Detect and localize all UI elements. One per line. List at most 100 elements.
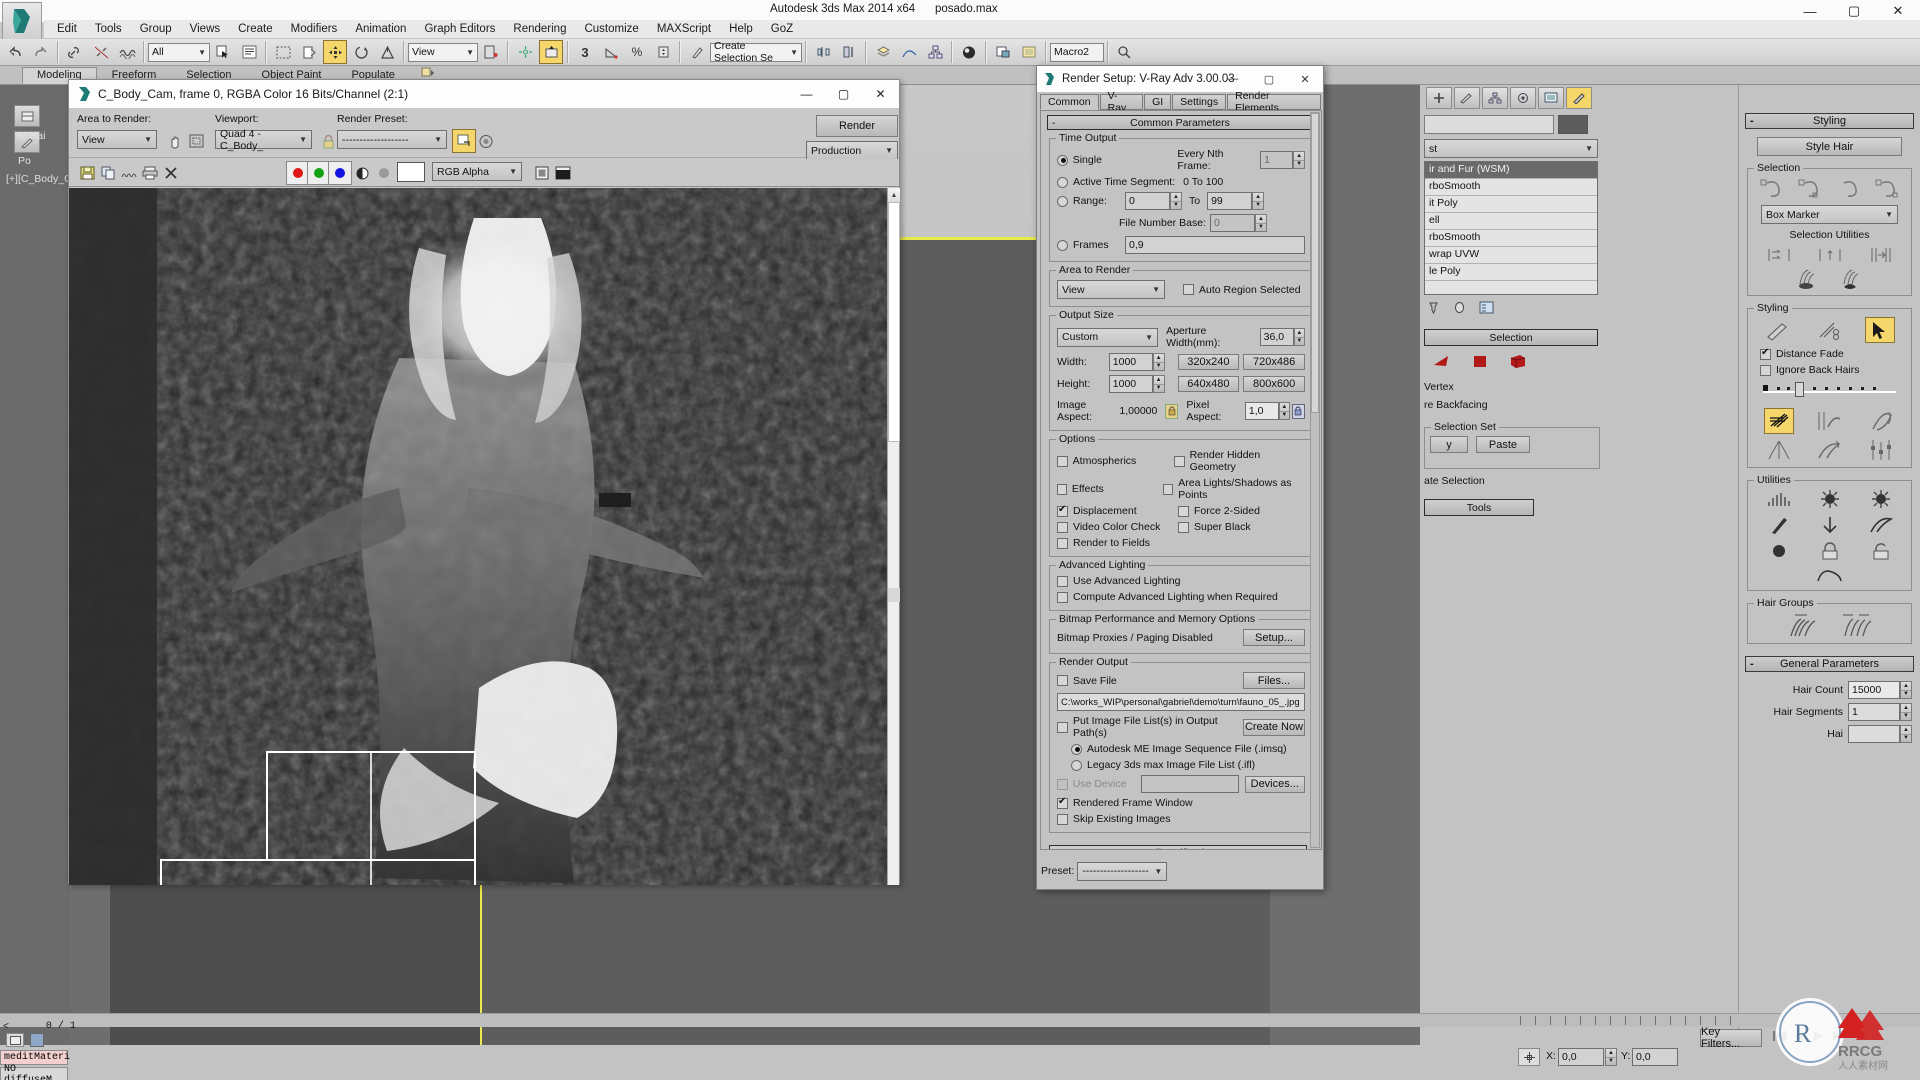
checkbox-effects[interactable] bbox=[1057, 483, 1067, 495]
macro-recorder-field[interactable]: Macro2 bbox=[1050, 42, 1104, 62]
hair-stand-icon[interactable] bbox=[1816, 409, 1844, 433]
blue-channel-icon[interactable] bbox=[328, 161, 352, 185]
range-from-spinner[interactable]: ▲ ▼ bbox=[1170, 192, 1182, 210]
preset-dropdown[interactable]: ------------------- ▼ bbox=[1077, 861, 1168, 881]
devices-button[interactable]: Devices... bbox=[1244, 775, 1305, 793]
hair-brush-icon[interactable] bbox=[1764, 319, 1792, 341]
select-and-manipulate-icon[interactable] bbox=[539, 40, 563, 64]
background-color-swatch[interactable] bbox=[397, 162, 425, 182]
checkbox-put-image-file-list[interactable] bbox=[1057, 721, 1068, 733]
rfw-close-icon[interactable]: ✕ bbox=[862, 80, 899, 108]
rfw-viewport-dropdown[interactable]: Quad 4 - C_Body_ ▼ bbox=[215, 128, 312, 152]
checkbox-ignore-back-hairs[interactable] bbox=[1760, 364, 1771, 376]
every-nth-frame-input[interactable]: 1 bbox=[1260, 151, 1294, 169]
select-and-move-icon[interactable] bbox=[323, 40, 347, 64]
align-icon[interactable] bbox=[837, 40, 861, 64]
modifier-edit-poly[interactable]: it Poly bbox=[1425, 196, 1597, 213]
alpha-channel-icon[interactable] bbox=[350, 161, 374, 185]
rendered-image-canvas[interactable] bbox=[69, 188, 889, 885]
hair-reset-icon[interactable] bbox=[1817, 515, 1843, 535]
hair-reset-rest-icon[interactable] bbox=[1817, 489, 1843, 509]
radio-active-time-segment[interactable] bbox=[1057, 176, 1068, 188]
motion-tab-icon[interactable] bbox=[1510, 87, 1536, 109]
select-object-icon[interactable] bbox=[211, 40, 235, 64]
rotate-selection-icon[interactable] bbox=[1817, 246, 1843, 264]
channel-dropdown[interactable]: RGB Alpha ▼ bbox=[432, 162, 522, 181]
menu-animation[interactable]: Animation bbox=[346, 22, 415, 36]
hair-count-spinner[interactable]: ▲ ▼ bbox=[1900, 681, 1912, 699]
expand-selection-icon[interactable] bbox=[1868, 246, 1894, 264]
hair-pop-zero-icon[interactable] bbox=[1766, 515, 1792, 535]
render-setup-close-icon[interactable]: ✕ bbox=[1287, 66, 1323, 92]
rfw-maximize-icon[interactable]: ▢ bbox=[825, 80, 862, 108]
render-mode-dropdown[interactable]: Production ▼ bbox=[806, 141, 898, 160]
rfw-render-setup-icon[interactable] bbox=[452, 129, 476, 153]
key-filters-button[interactable]: Key Filters... bbox=[1700, 1026, 1762, 1050]
general-parameters-rollout-header[interactable]: - General Parameters bbox=[1745, 656, 1914, 672]
redo-icon[interactable] bbox=[29, 40, 53, 64]
aperture-width-spinner[interactable]: ▲ ▼ bbox=[1293, 328, 1305, 346]
rfw-pan-region-icon[interactable] bbox=[162, 129, 186, 153]
menu-graph-editors[interactable]: Graph Editors bbox=[415, 22, 504, 36]
tab-common[interactable]: Common bbox=[1040, 94, 1099, 110]
rfw-area-to-render-dropdown[interactable]: View ▼ bbox=[77, 130, 157, 149]
hair-cut-icon[interactable] bbox=[1814, 319, 1842, 341]
modifier-unwrap-uvw[interactable]: wrap UVW bbox=[1425, 247, 1597, 264]
modifier-editable-poly[interactable]: le Poly bbox=[1425, 264, 1597, 281]
create-tab-icon[interactable] bbox=[1426, 87, 1452, 109]
hair-undo-icon[interactable] bbox=[1815, 567, 1845, 585]
checkbox-render-hidden-geometry[interactable] bbox=[1173, 455, 1185, 467]
face-select-icon[interactable] bbox=[1472, 353, 1490, 369]
modifier-turbosmooth-1[interactable]: rboSmooth bbox=[1425, 179, 1597, 196]
file-number-base-spinner[interactable]: ▲ ▼ bbox=[1254, 214, 1267, 232]
preset-640x480-button[interactable]: 640x480 bbox=[1177, 376, 1240, 392]
select-hair-whole-icon[interactable] bbox=[1797, 177, 1823, 199]
modify-tab-icon[interactable] bbox=[1454, 87, 1480, 109]
hair-group-merge-icon[interactable] bbox=[1839, 612, 1875, 638]
bitmap-setup-button[interactable]: Setup... bbox=[1243, 629, 1305, 646]
preset-320x240-button[interactable]: 320x240 bbox=[1177, 354, 1240, 370]
min-max-toggle-icon[interactable] bbox=[6, 1033, 24, 1047]
hair-histogram-icon[interactable] bbox=[1766, 489, 1792, 509]
menu-modifiers[interactable]: Modifiers bbox=[282, 22, 347, 36]
render-setup-minimize-icon[interactable]: — bbox=[1215, 66, 1251, 92]
close-icon[interactable]: ✕ bbox=[1876, 0, 1920, 22]
render-setup-maximize-icon[interactable]: ▢ bbox=[1251, 66, 1287, 92]
range-from-input[interactable]: 0 bbox=[1125, 192, 1170, 210]
select-hair-guides-icon[interactable] bbox=[1874, 177, 1900, 199]
application-menu-button[interactable] bbox=[2, 2, 42, 40]
rfw-vertical-scrollbar[interactable]: ▲ bbox=[887, 188, 900, 885]
x-coordinate-input[interactable]: 0,0 bbox=[1558, 1048, 1604, 1066]
mono-channel-icon[interactable] bbox=[372, 161, 396, 185]
files-button[interactable]: Files... bbox=[1243, 672, 1305, 689]
element-select-icon[interactable] bbox=[1508, 353, 1530, 369]
hair-puff-icon[interactable] bbox=[1867, 409, 1895, 433]
style-hair-button[interactable]: Style Hair bbox=[1757, 137, 1902, 156]
menu-help[interactable]: Help bbox=[720, 22, 762, 36]
layer-manager-icon[interactable] bbox=[871, 40, 895, 64]
area-to-render-dropdown[interactable]: View ▼ bbox=[1057, 280, 1165, 299]
hair-segments-input[interactable]: 1 bbox=[1848, 703, 1900, 721]
modifier-hair-and-fur[interactable]: ir and Fur (WSM) bbox=[1425, 162, 1597, 179]
snaps-toggle-icon[interactable]: 3 bbox=[573, 40, 597, 64]
checkbox-render-to-fields[interactable] bbox=[1057, 537, 1068, 549]
hair-translate-icon[interactable] bbox=[1764, 408, 1795, 434]
preset-800x600-button[interactable]: 800x600 bbox=[1243, 376, 1305, 392]
common-parameters-rollout-header[interactable]: - Common Parameters bbox=[1047, 115, 1313, 130]
pin-stack-icon[interactable] bbox=[1424, 299, 1442, 315]
checkbox-auto-region-selected[interactable] bbox=[1183, 284, 1194, 295]
checkbox-area-lights-shadows-as-points[interactable] bbox=[1163, 483, 1174, 495]
viewport-label[interactable]: [+][C_Body_C bbox=[6, 173, 72, 185]
menu-goz[interactable]: GoZ bbox=[762, 22, 802, 36]
checkbox-rendered-frame-window[interactable] bbox=[1057, 796, 1068, 809]
hair-sphere-icon[interactable] bbox=[1766, 541, 1792, 561]
checkbox-compute-advanced-lighting[interactable] bbox=[1057, 591, 1068, 603]
menu-create[interactable]: Create bbox=[229, 22, 282, 36]
height-spinner[interactable]: ▲ ▼ bbox=[1152, 375, 1165, 393]
selection-rollout-header[interactable]: Selection bbox=[1424, 329, 1598, 346]
modifier-list-dropdown[interactable]: st ▼ bbox=[1424, 139, 1598, 158]
output-path-input[interactable]: C:\works_WIP\personal\gabriel\demo\turn\… bbox=[1057, 693, 1305, 711]
select-hair-by-ends-icon[interactable] bbox=[1759, 177, 1785, 199]
select-and-rotate-icon[interactable] bbox=[349, 40, 373, 64]
show-hidden-hair-icon[interactable] bbox=[1838, 268, 1866, 290]
